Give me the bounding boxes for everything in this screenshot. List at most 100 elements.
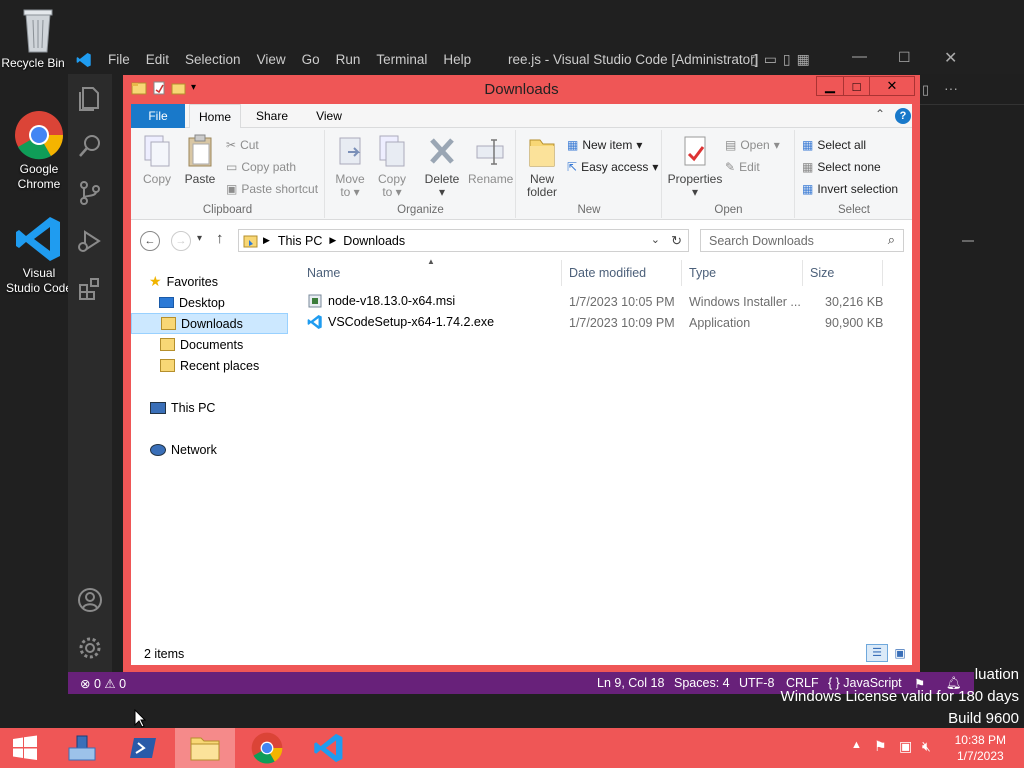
nav-documents[interactable]: Documents (160, 334, 243, 355)
edit-button[interactable]: ✎ Edit (725, 160, 760, 174)
select-none-button[interactable]: ▦ Select none (802, 160, 881, 174)
desktop-icon-recycle-bin[interactable]: Recycle Bin (0, 6, 76, 71)
rename-button[interactable]: Rename (468, 134, 513, 186)
nav-network[interactable]: Network (150, 439, 217, 460)
menu-selection[interactable]: Selection (185, 52, 241, 67)
taskbar-file-explorer[interactable] (175, 728, 235, 768)
invert-selection-button[interactable]: ▦ Invert selection (802, 182, 898, 196)
column-header-size[interactable]: Size (803, 260, 883, 286)
settings-gear-icon[interactable] (76, 634, 104, 662)
volume-muted-icon[interactable]: 🔇︎ (922, 738, 931, 755)
menu-go[interactable]: Go (302, 52, 320, 67)
minimize-ribbon-chevron-icon[interactable]: ⌃ (875, 107, 885, 121)
nav-desktop[interactable]: Desktop (159, 292, 225, 313)
copy-path-button[interactable]: ▭ Copy path (226, 160, 296, 174)
desktop-icon-vscode[interactable]: Visual Studio Code (1, 214, 77, 296)
help-icon[interactable]: ? (895, 108, 911, 124)
delete-button[interactable]: Delete ▾ (422, 134, 462, 199)
forward-button[interactable]: → (171, 231, 191, 251)
address-dropdown-icon[interactable]: ⌄ (651, 233, 660, 246)
taskbar-clock[interactable]: 10:38 PM 1/7/2023 (955, 732, 1006, 764)
column-header-type[interactable]: Type (682, 260, 803, 286)
taskbar-server-manager[interactable] (52, 728, 112, 768)
problems-indicator[interactable]: ⊗ 0 ⚠ 0 (80, 676, 126, 691)
properties-button[interactable]: Properties ▾ (667, 134, 723, 199)
extensions-icon[interactable] (76, 275, 104, 303)
nav-favorites-label: Favorites (166, 274, 218, 289)
menu-file[interactable]: File (108, 52, 130, 67)
taskbar-powershell[interactable] (113, 728, 173, 768)
menu-view[interactable]: View (257, 52, 286, 67)
more-actions-icon[interactable]: ··· (944, 80, 958, 96)
vscode-close-button[interactable]: ✕ (944, 48, 957, 68)
layout-toggle-icons[interactable]: ▯▭▯▦ (750, 51, 816, 68)
nav-recent-places[interactable]: Recent places (160, 355, 259, 376)
close-button[interactable]: ✕ (869, 76, 915, 96)
tab-home[interactable]: Home (189, 104, 241, 129)
watermark-line-1: luation (974, 666, 1019, 683)
back-button[interactable]: ← (140, 231, 160, 251)
indentation[interactable]: Spaces: 4 (674, 676, 730, 690)
new-folder-button[interactable]: New folder (523, 134, 561, 199)
taskbar-chrome[interactable] (237, 728, 297, 768)
nav-documents-label: Documents (180, 337, 244, 352)
action-center-flag-icon[interactable]: ⚑ (874, 738, 887, 755)
vscode-maximize-button[interactable]: ☐ (898, 49, 911, 66)
menu-help[interactable]: Help (443, 52, 471, 67)
address-bar[interactable]: ▶ This PC ▶ Downloads ⌄ ↻ (238, 229, 689, 252)
file-row[interactable]: VSCodeSetup-x64-1.74.2.exe 1/7/2023 10:0… (289, 313, 883, 334)
nav-favorites[interactable]: ★ Favorites (149, 271, 218, 292)
maximize-button[interactable]: □ (843, 76, 870, 96)
explorer-icon[interactable] (76, 84, 104, 112)
desktop-icon-chrome[interactable]: Google Chrome (1, 110, 77, 192)
explorer-titlebar[interactable]: ▾ Downloads ▁ □ ✕ (123, 75, 920, 104)
scrollbar-thumb[interactable] (962, 240, 974, 242)
split-editor-icon[interactable]: ▯ (922, 82, 929, 98)
search-icon[interactable] (76, 132, 104, 160)
large-icons-view-button[interactable]: ▣ (891, 644, 909, 662)
tab-share[interactable]: Share (245, 104, 299, 128)
refresh-icon[interactable]: ↻ (671, 233, 682, 249)
new-item-button[interactable]: ▦ New item ▾ (567, 138, 642, 152)
nav-this-pc[interactable]: This PC (150, 397, 215, 418)
copy-to-button[interactable]: Copy to ▾ (374, 134, 410, 199)
edit-icon: ✎ (725, 160, 736, 174)
breadcrumb-downloads[interactable]: Downloads (343, 234, 405, 248)
nav-downloads[interactable]: Downloads (131, 313, 288, 334)
account-icon[interactable] (76, 586, 104, 614)
tab-view[interactable]: View (303, 104, 355, 128)
cursor-position[interactable]: Ln 9, Col 18 (597, 676, 664, 690)
run-debug-icon[interactable] (76, 227, 104, 255)
show-hidden-icons-chevron[interactable]: ▲ (851, 739, 862, 751)
vscode-minimize-button[interactable]: — (852, 48, 867, 65)
select-all-button[interactable]: ▦ Select all (802, 138, 866, 152)
breadcrumb-this-pc[interactable]: This PC (278, 234, 322, 248)
server-manager-icon (68, 735, 96, 761)
easy-access-button[interactable]: ⇱ Easy access ▾ (567, 160, 658, 174)
start-button[interactable] (0, 728, 50, 768)
paste-shortcut-button[interactable]: ▣ Paste shortcut (226, 182, 318, 196)
file-row[interactable]: node-v18.13.0-x64.msi 1/7/2023 10:05 PM … (289, 292, 883, 313)
paste-button[interactable]: Paste (181, 134, 219, 186)
menu-run[interactable]: Run (336, 52, 361, 67)
details-view-button[interactable]: ☰ (866, 644, 888, 662)
group-label-organize: Organize (397, 204, 444, 216)
search-box[interactable]: Search Downloads ⌕ (700, 229, 904, 252)
source-control-icon[interactable] (76, 179, 104, 207)
open-button[interactable]: ▤ Open ▾ (725, 138, 780, 152)
network-tray-icon[interactable]: ▣ (899, 738, 912, 755)
menu-terminal[interactable]: Terminal (376, 52, 427, 67)
cut-button[interactable]: ✂ Cut (226, 138, 259, 152)
up-button[interactable]: ↑ (216, 230, 224, 247)
taskbar-vscode[interactable] (299, 728, 359, 768)
copy-button[interactable]: Copy (139, 134, 175, 186)
tab-file[interactable]: File (131, 104, 185, 128)
minimize-button[interactable]: ▁ (816, 76, 844, 96)
recent-locations-dropdown[interactable]: ▾ (197, 233, 202, 244)
menu-edit[interactable]: Edit (146, 52, 169, 67)
column-header-date[interactable]: Date modified (562, 260, 682, 286)
column-header-name[interactable]: Name (289, 260, 562, 286)
copy-to-label: Copy (377, 172, 406, 186)
encoding[interactable]: UTF-8 (739, 676, 774, 690)
move-to-button[interactable]: Move to ▾ (332, 134, 368, 199)
